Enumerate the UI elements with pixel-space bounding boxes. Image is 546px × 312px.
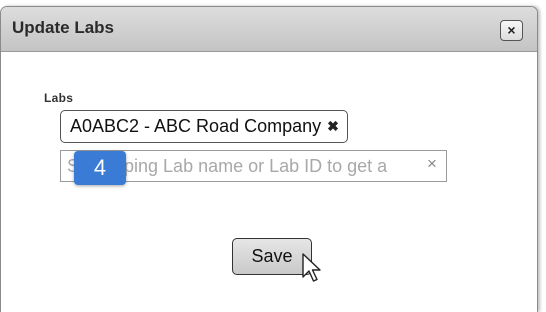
screen: Update Labs × Labs A0ABC2 - ABC Road Com…: [0, 0, 546, 312]
remove-lab-icon[interactable]: ✖: [327, 118, 339, 135]
dialog-title: Update Labs: [12, 18, 115, 37]
mouse-pointer-icon: [302, 253, 321, 282]
close-icon: ×: [507, 22, 516, 38]
dialog-titlebar: Update Labs ×: [1, 7, 537, 52]
step-number-badge: 4: [74, 151, 126, 185]
clear-search-icon[interactable]: ×: [427, 154, 437, 174]
selected-lab-text: A0ABC2 - ABC Road Company: [70, 116, 322, 136]
labs-label: Labs: [44, 91, 74, 105]
close-button[interactable]: ×: [500, 20, 523, 41]
selected-lab-token: A0ABC2 - ABC Road Company ✖: [60, 110, 348, 143]
save-button[interactable]: Save: [232, 238, 312, 275]
